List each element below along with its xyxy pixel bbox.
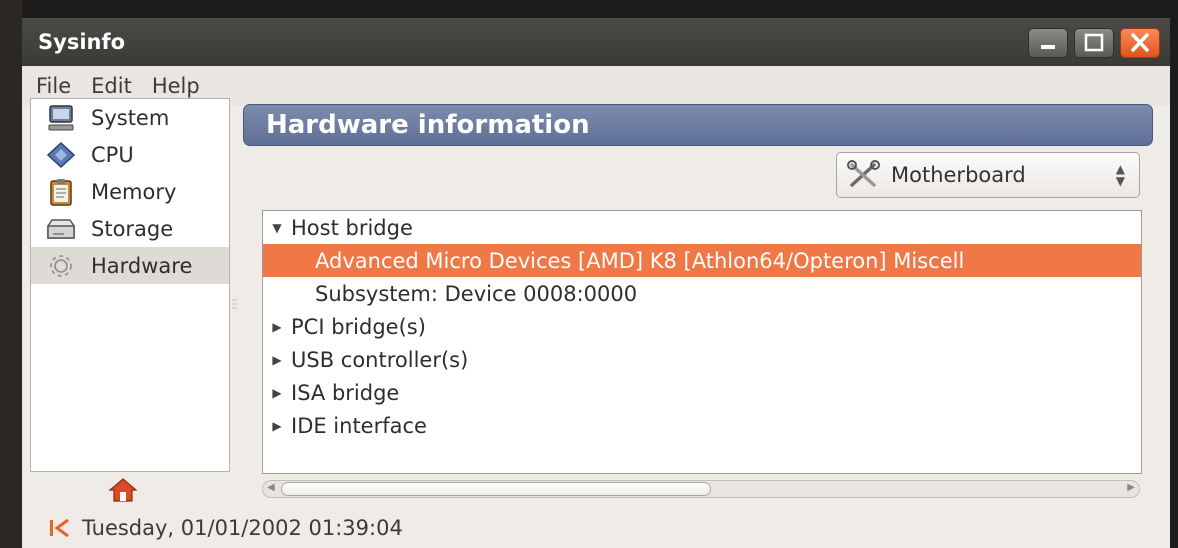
sidebar-item-system[interactable]: System bbox=[31, 99, 229, 136]
sidebar-item-cpu[interactable]: CPU bbox=[31, 136, 229, 173]
section-title: Hardware information bbox=[266, 110, 590, 140]
menu-help[interactable]: Help bbox=[142, 74, 210, 98]
tree-row-usb-controllers[interactable]: ▶ USB controller(s) bbox=[263, 343, 1141, 376]
home-button[interactable] bbox=[108, 475, 138, 505]
expander-collapsed-icon[interactable]: ▶ bbox=[263, 353, 291, 367]
monitor-icon bbox=[31, 99, 91, 136]
sidebar-item-hardware[interactable]: Hardware bbox=[31, 247, 229, 284]
menu-edit[interactable]: Edit bbox=[81, 74, 142, 98]
combobox-value: Motherboard bbox=[891, 163, 1026, 187]
combobox-arrows-icon: ▲ ▼ bbox=[1115, 162, 1125, 188]
status-bar: Tuesday, 01/01/2002 01:39:04 bbox=[22, 508, 1170, 548]
tree-row-pci-bridges[interactable]: ▶ PCI bridge(s) bbox=[263, 310, 1141, 343]
section-header: Hardware information bbox=[243, 104, 1153, 146]
hardware-tree: ▼ Host bridge Advanced Micro Devices [AM… bbox=[262, 210, 1142, 474]
tree-row-label: Subsystem: Device 0008:0000 bbox=[315, 281, 638, 306]
tree-row-amd-k8-device[interactable]: Advanced Micro Devices [AMD] K8 [Athlon6… bbox=[263, 244, 1141, 277]
minimize-button[interactable] bbox=[1028, 28, 1068, 58]
tree-row-label: PCI bridge(s) bbox=[291, 314, 426, 339]
sidebar-item-label: Memory bbox=[91, 179, 177, 204]
expander-collapsed-icon[interactable]: ▶ bbox=[263, 386, 291, 400]
sidebar-item-memory[interactable]: Memory bbox=[31, 173, 229, 210]
sidebar-item-label: Hardware bbox=[91, 253, 193, 278]
sidebar-item-label: Storage bbox=[91, 216, 174, 241]
window-title: Sysinfo bbox=[38, 30, 126, 54]
sidebar: System CPU Memory Storage Hardware bbox=[30, 98, 230, 472]
menu-file[interactable]: File bbox=[22, 74, 81, 98]
category-combobox[interactable]: Motherboard ▲ ▼ bbox=[836, 152, 1140, 198]
sysinfo-window: Sysinfo File Edit Help System CPU Memory… bbox=[22, 18, 1170, 548]
status-datetime: Tuesday, 01/01/2002 01:39:04 bbox=[82, 516, 403, 540]
minimize-icon bbox=[1041, 45, 1055, 49]
tree-row-label: IDE interface bbox=[291, 413, 427, 438]
close-button[interactable] bbox=[1120, 28, 1160, 58]
tree-row-isa-bridge[interactable]: ▶ ISA bridge bbox=[263, 376, 1141, 409]
horizontal-scrollbar[interactable]: ◀ ▶ bbox=[262, 480, 1140, 498]
window-controls bbox=[1028, 28, 1160, 58]
tree-row-subsystem[interactable]: Subsystem: Device 0008:0000 bbox=[263, 277, 1141, 310]
expander-collapsed-icon[interactable]: ▶ bbox=[263, 320, 291, 334]
maximize-button[interactable] bbox=[1074, 28, 1114, 58]
rewind-icon[interactable] bbox=[38, 517, 82, 539]
tree-row-label: Advanced Micro Devices [AMD] K8 [Athlon6… bbox=[315, 248, 965, 273]
title-bar[interactable]: Sysinfo bbox=[22, 18, 1170, 66]
tree-row-host-bridge[interactable]: ▼ Host bridge bbox=[263, 211, 1141, 244]
tools-icon bbox=[837, 159, 891, 191]
memory-clipboard-icon bbox=[31, 173, 91, 210]
tree-row-label: Host bridge bbox=[291, 215, 413, 240]
expander-collapsed-icon[interactable]: ▶ bbox=[263, 419, 291, 433]
desktop-background bbox=[0, 0, 22, 548]
tree-row-label: ISA bridge bbox=[291, 380, 400, 405]
sidebar-item-label: System bbox=[91, 105, 170, 130]
scroll-right-icon[interactable]: ▶ bbox=[1127, 482, 1135, 493]
maximize-icon bbox=[1084, 33, 1104, 52]
home-icon bbox=[108, 478, 138, 502]
scrollbar-thumb[interactable] bbox=[281, 482, 711, 496]
pane-resize-grip[interactable] bbox=[232, 296, 238, 314]
tree-row-label: USB controller(s) bbox=[291, 347, 469, 372]
expander-expanded-icon[interactable]: ▼ bbox=[263, 221, 291, 235]
sidebar-item-label: CPU bbox=[91, 142, 134, 167]
close-icon bbox=[1131, 33, 1149, 52]
scroll-left-icon[interactable]: ◀ bbox=[267, 482, 275, 493]
cpu-chip-icon bbox=[31, 136, 91, 173]
sidebar-item-storage[interactable]: Storage bbox=[31, 210, 229, 247]
gear-icon bbox=[31, 247, 91, 284]
tree-row-ide-interface[interactable]: ▶ IDE interface bbox=[263, 409, 1141, 442]
hard-drive-icon bbox=[31, 210, 91, 247]
